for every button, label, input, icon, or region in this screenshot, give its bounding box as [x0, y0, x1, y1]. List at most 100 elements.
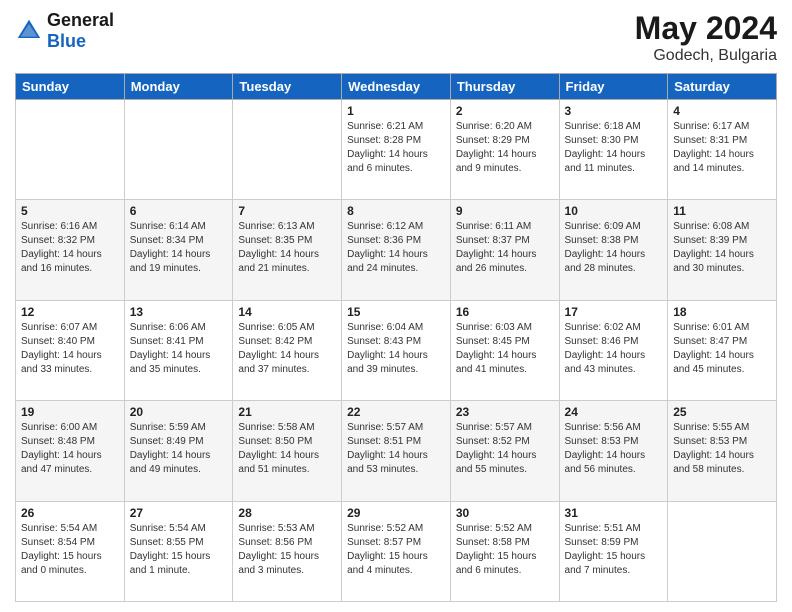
calendar-cell: [668, 501, 777, 601]
daylight-text: Daylight: 15 hours and 6 minutes.: [456, 551, 537, 576]
day-info: Sunrise: 5:52 AMSunset: 8:57 PMDaylight:…: [347, 522, 445, 578]
sunset-text: Sunset: 8:59 PM: [565, 537, 639, 548]
sunset-text: Sunset: 8:45 PM: [456, 336, 530, 347]
sunrise-text: Sunrise: 6:21 AM: [347, 121, 423, 132]
day-info: Sunrise: 6:08 AMSunset: 8:39 PMDaylight:…: [673, 220, 771, 276]
day-info: Sunrise: 6:07 AMSunset: 8:40 PMDaylight:…: [21, 321, 119, 377]
daylight-text: Daylight: 14 hours and 11 minutes.: [565, 149, 646, 174]
sunrise-text: Sunrise: 5:53 AM: [238, 523, 314, 534]
day-number: 6: [130, 204, 228, 218]
day-number: 24: [565, 405, 663, 419]
week-row-5: 26 Sunrise: 5:54 AM Sunset: 8:54 PM Dayligh…: [16, 501, 777, 601]
sunrise-text: Sunrise: 6:00 AM: [21, 422, 97, 433]
calendar-cell: [16, 100, 125, 200]
day-info: Sunrise: 6:16 AMSunset: 8:32 PMDaylight:…: [21, 220, 119, 276]
calendar-cell: 3Sunrise: 6:18 AMSunset: 8:30 PMDaylight…: [559, 100, 668, 200]
daylight-text: Daylight: 14 hours and 26 minutes.: [456, 249, 537, 274]
day-number: 13: [130, 305, 228, 319]
day-info: Sunrise: 6:12 AMSunset: 8:36 PMDaylight:…: [347, 220, 445, 276]
day-info: Sunrise: 6:17 AMSunset: 8:31 PMDaylight:…: [673, 120, 771, 176]
day-info: Sunrise: 5:57 AMSunset: 8:52 PMDaylight:…: [456, 421, 554, 477]
sunrise-text: Sunrise: 6:20 AM: [456, 121, 532, 132]
sunrise-text: Sunrise: 5:57 AM: [347, 422, 423, 433]
day-number: 3: [565, 104, 663, 118]
location: Godech, Bulgaria: [635, 47, 777, 65]
sunrise-text: Sunrise: 6:11 AM: [456, 221, 531, 232]
calendar-cell: 6Sunrise: 6:14 AMSunset: 8:34 PMDaylight…: [124, 200, 233, 300]
day-number: 15: [347, 305, 445, 319]
day-info: Sunrise: 5:57 AMSunset: 8:51 PMDaylight:…: [347, 421, 445, 477]
daylight-text: Daylight: 14 hours and 35 minutes.: [130, 350, 211, 375]
sunrise-text: Sunrise: 5:55 AM: [673, 422, 749, 433]
calendar-header-row: Sunday Monday Tuesday Wednesday Thursday…: [16, 74, 777, 100]
sunset-text: Sunset: 8:36 PM: [347, 235, 421, 246]
sunrise-text: Sunrise: 6:07 AM: [21, 322, 97, 333]
sunrise-text: Sunrise: 5:52 AM: [347, 523, 423, 534]
day-number: 10: [565, 204, 663, 218]
daylight-text: Daylight: 14 hours and 33 minutes.: [21, 350, 102, 375]
sunrise-text: Sunrise: 6:14 AM: [130, 221, 206, 232]
day-info: Sunrise: 6:05 AMSunset: 8:42 PMDaylight:…: [238, 321, 336, 377]
col-wednesday: Wednesday: [342, 74, 451, 100]
sunset-text: Sunset: 8:54 PM: [21, 537, 95, 548]
sunrise-text: Sunrise: 6:03 AM: [456, 322, 532, 333]
daylight-text: Daylight: 15 hours and 4 minutes.: [347, 551, 428, 576]
col-tuesday: Tuesday: [233, 74, 342, 100]
day-number: 5: [21, 204, 119, 218]
day-number: 19: [21, 405, 119, 419]
calendar-cell: 9Sunrise: 6:11 AMSunset: 8:37 PMDaylight…: [450, 200, 559, 300]
daylight-text: Daylight: 14 hours and 55 minutes.: [456, 450, 537, 475]
calendar-cell: 18Sunrise: 6:01 AMSunset: 8:47 PMDayligh…: [668, 300, 777, 400]
day-number: 12: [21, 305, 119, 319]
sunset-text: Sunset: 8:30 PM: [565, 135, 639, 146]
sunset-text: Sunset: 8:50 PM: [238, 436, 312, 447]
daylight-text: Daylight: 14 hours and 51 minutes.: [238, 450, 319, 475]
sunrise-text: Sunrise: 5:52 AM: [456, 523, 532, 534]
week-row-4: 19 Sunrise: 6:00 AM Sunset: 8:48 PM Dayligh…: [16, 401, 777, 501]
day-info: Sunrise: 6:04 AMSunset: 8:43 PMDaylight:…: [347, 321, 445, 377]
calendar-cell: 11 Sunrise: 6:08 AMSunset: 8:39 PMDayligh…: [668, 200, 777, 300]
daylight-text: Daylight: 15 hours and 7 minutes.: [565, 551, 646, 576]
sunset-text: Sunset: 8:39 PM: [673, 235, 747, 246]
calendar-cell: 25Sunrise: 5:55 AMSunset: 8:53 PMDayligh…: [668, 401, 777, 501]
day-number: 26: [21, 506, 119, 520]
day-number: 11: [673, 204, 771, 218]
daylight-text: Daylight: 15 hours and 0 minutes.: [21, 551, 102, 576]
calendar-cell: 31Sunrise: 5:51 AMSunset: 8:59 PMDayligh…: [559, 501, 668, 601]
day-info: Sunrise: 5:54 AMSunset: 8:55 PMDaylight:…: [130, 522, 228, 578]
calendar-cell: 28Sunrise: 5:53 AMSunset: 8:56 PMDayligh…: [233, 501, 342, 601]
logo-icon: [15, 17, 43, 45]
sunset-text: Sunset: 8:42 PM: [238, 336, 312, 347]
logo: General Blue: [15, 10, 114, 52]
day-number: 23: [456, 405, 554, 419]
calendar-cell: 8Sunrise: 6:12 AMSunset: 8:36 PMDaylight…: [342, 200, 451, 300]
sunrise-text: Sunrise: 5:54 AM: [130, 523, 206, 534]
daylight-text: Daylight: 15 hours and 1 minute.: [130, 551, 211, 576]
day-info: Sunrise: 5:58 AM Sunset: 8:50 PM Daylight:…: [238, 421, 336, 477]
daylight-text: Daylight: 14 hours and 47 minutes.: [21, 450, 102, 475]
calendar-cell: 14 Sunrise: 6:05 AMSunset: 8:42 PMDayligh…: [233, 300, 342, 400]
calendar-cell: 7Sunrise: 6:13 AMSunset: 8:35 PMDaylight…: [233, 200, 342, 300]
day-number: 28: [238, 506, 336, 520]
sunset-text: Sunset: 8:48 PM: [21, 436, 95, 447]
calendar-cell: 21Sunrise: 5:58 AMSunset: 8:50 PMDayligh…: [233, 401, 342, 501]
daylight-text: Daylight: 15 hours and 3 minutes.: [238, 551, 319, 576]
sunset-text: Sunset: 8:58 PM: [456, 537, 530, 548]
day-number: 14: [238, 305, 336, 319]
day-info: Sunrise: 6:02 AMSunset: 8:46 PMDaylight:…: [565, 321, 663, 377]
calendar-cell: 27Sunrise: 5:54 AMSunset: 8:55 PMDayligh…: [124, 501, 233, 601]
sunrise-text: Sunrise: 6:01 AM: [673, 322, 749, 333]
day-number: 30: [456, 506, 554, 520]
day-number: 31: [565, 506, 663, 520]
col-sunday: Sunday: [16, 74, 125, 100]
daylight-text: Daylight: 14 hours and 28 minutes.: [565, 249, 646, 274]
sunset-text: Sunset: 8:51 PM: [347, 436, 421, 447]
header: General Blue May 2024 Godech, Bulgaria: [15, 10, 777, 65]
week-row-3: 12 Sunrise: 6:07 AMSunset: 8:40 PMDayligh…: [16, 300, 777, 400]
col-saturday: Saturday: [668, 74, 777, 100]
day-info: Sunrise: 6:09 AMSunset: 8:38 PMDaylight:…: [565, 220, 663, 276]
day-info: Sunrise: 5:56 AMSunset: 8:53 PMDaylight:…: [565, 421, 663, 477]
sunrise-text: Sunrise: 5:58 AM: [238, 422, 314, 433]
day-number: 29: [347, 506, 445, 520]
sunrise-text: Sunrise: 5:54 AM: [21, 523, 97, 534]
